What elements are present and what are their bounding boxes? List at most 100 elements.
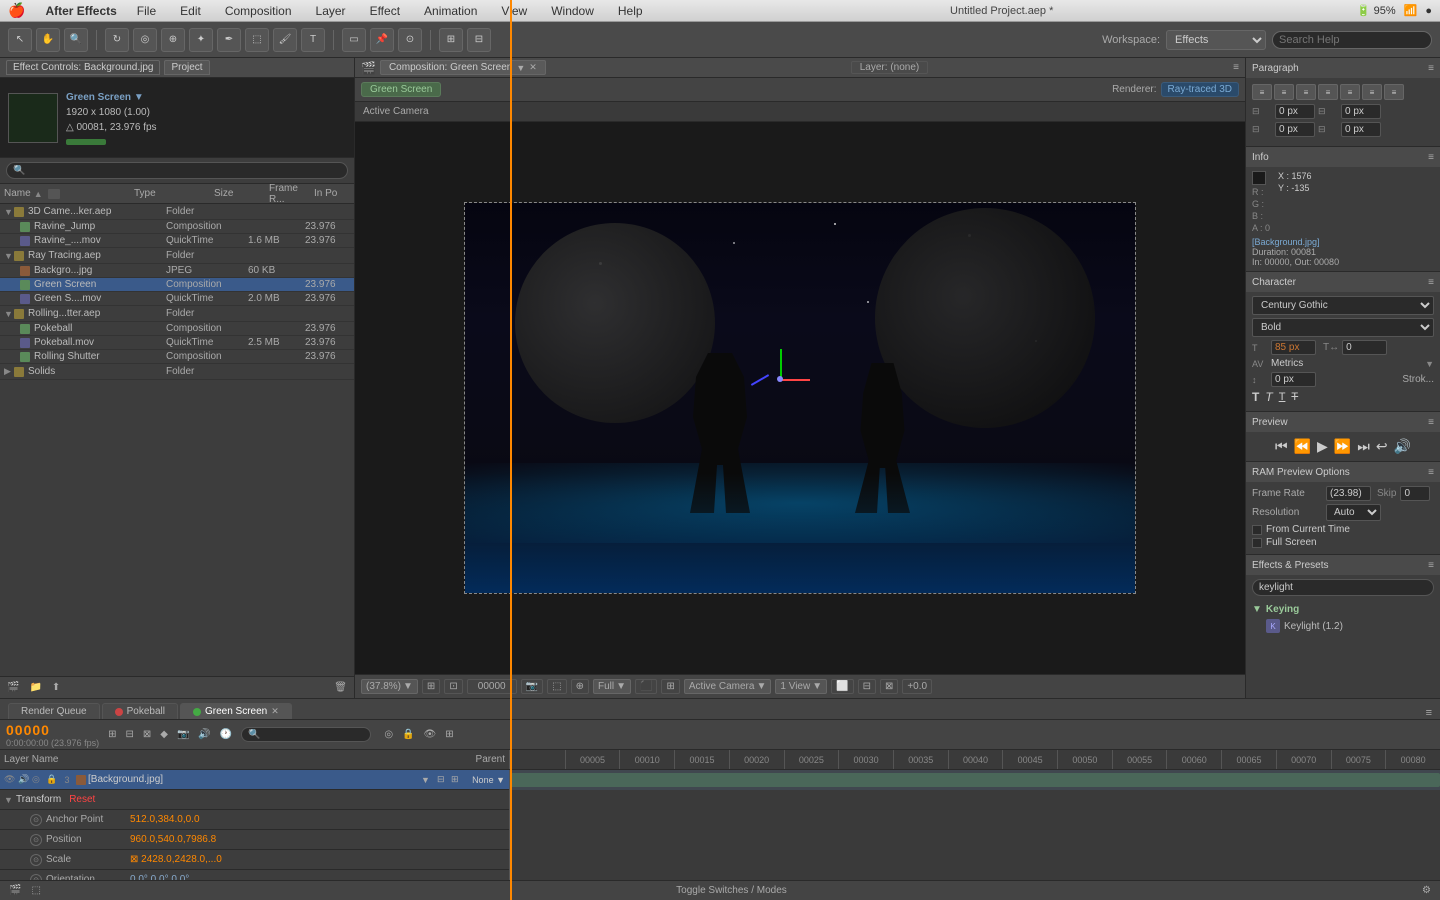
delete-btn[interactable]: 🗑	[331, 681, 350, 694]
anchor-stopwatch[interactable]: ⊙	[30, 814, 42, 826]
snapping-btn[interactable]: ⊟	[467, 28, 491, 52]
justify-left-btn[interactable]: ≡	[1384, 84, 1404, 100]
tracking-input[interactable]	[1342, 340, 1387, 355]
italic-btn[interactable]: T	[1265, 390, 1272, 404]
grid-btn[interactable]: ⊞	[661, 679, 679, 694]
prev-first-btn[interactable]: ⏮	[1275, 438, 1288, 455]
strikethrough-btn[interactable]: T	[1291, 391, 1298, 403]
pin-tool[interactable]: 📌	[370, 28, 394, 52]
metrics-dropdown[interactable]: ▼	[1425, 359, 1434, 369]
reset-btn[interactable]: Reset	[69, 794, 95, 805]
list-item[interactable]: ▶ Solids Folder	[0, 364, 354, 380]
align-right-btn[interactable]: ≡	[1296, 84, 1316, 100]
justify-right-btn[interactable]: ≡	[1362, 84, 1382, 100]
align-btn[interactable]: ⊞	[439, 28, 463, 52]
quality-select[interactable]: Full ▼	[593, 679, 631, 694]
list-item[interactable]: ▼ Rolling...tter.aep Folder	[0, 306, 354, 322]
comp-tab-dropdown[interactable]: ▼	[516, 63, 525, 73]
camera-orbit-tool[interactable]: ◎	[133, 28, 157, 52]
prev-back-btn[interactable]: ⏪	[1294, 438, 1311, 455]
toggle-switches-btn[interactable]: Toggle Switches / Modes	[48, 885, 1415, 896]
list-item[interactable]: Green S....mov QuickTime 2.0 MB 23.976	[0, 292, 354, 306]
layer-switch-1[interactable]: ⊟	[437, 774, 449, 785]
list-item[interactable]: Green Screen Composition 23.976	[0, 278, 354, 292]
hand-tool[interactable]: ✋	[36, 28, 60, 52]
magnify-btn[interactable]: ⊡	[444, 679, 462, 694]
prev-audio-btn[interactable]: 🔊	[1394, 438, 1411, 455]
font-family-select[interactable]: Century Gothic	[1252, 296, 1434, 315]
menu-help[interactable]: Help	[614, 4, 647, 18]
layer-lock-icon[interactable]: 🔒	[46, 774, 58, 785]
effect-controls-tab[interactable]: Effect Controls: Background.jpg	[6, 60, 160, 75]
menu-animation[interactable]: Animation	[420, 4, 481, 18]
layer-solo-icon[interactable]: ◎	[32, 774, 44, 785]
pen-tool[interactable]: ✒	[217, 28, 241, 52]
indent-input-4[interactable]	[1341, 122, 1381, 137]
effects-panel-menu[interactable]: ≡	[1428, 560, 1434, 571]
menu-edit[interactable]: Edit	[176, 4, 205, 18]
from-current-checkbox[interactable]	[1252, 525, 1262, 535]
tl-info-btn[interactable]: 🕐	[217, 728, 235, 741]
list-item[interactable]: Backgro...jpg JPEG 60 KB	[0, 264, 354, 278]
font-size-input[interactable]	[1271, 340, 1316, 355]
transparency-btn[interactable]: ⬚	[547, 679, 566, 694]
prev-loop-btn[interactable]: ↩	[1376, 438, 1388, 455]
list-item[interactable]: ▼ 3D Came...ker.aep Folder	[0, 204, 354, 220]
tl-audio-btn[interactable]: 🔊	[195, 728, 213, 741]
mask-tool[interactable]: ⬚	[245, 28, 269, 52]
green-screen-btn[interactable]: Green Screen	[361, 82, 441, 97]
pokeball-tab[interactable]: Pokeball	[102, 703, 178, 719]
parent-value[interactable]: None ▼	[465, 775, 505, 785]
frame-rate-input[interactable]	[1326, 486, 1371, 501]
import-btn[interactable]: ⬆	[49, 681, 63, 694]
preview-panel-menu[interactable]: ≡	[1428, 417, 1434, 428]
comp-tab[interactable]: Composition: Green Screen ▼ ✕	[380, 60, 546, 75]
playhead[interactable]	[510, 750, 512, 880]
menu-window[interactable]: Window	[547, 4, 598, 18]
comp-panel-menu[interactable]: ≡	[1233, 62, 1239, 73]
apple-menu[interactable]: 🍎	[8, 2, 25, 19]
tl-snap-btn[interactable]: ⊟	[122, 728, 136, 741]
new-comp-btn[interactable]: 🎬	[6, 884, 24, 897]
align-center-btn[interactable]: ≡	[1274, 84, 1294, 100]
workspace-select[interactable]: Effects	[1166, 30, 1266, 50]
tl-hide-btn[interactable]: 👁	[421, 728, 440, 741]
zoom-tool[interactable]: 🔍	[64, 28, 88, 52]
search-help-input[interactable]	[1272, 31, 1432, 49]
prev-fwd-btn[interactable]: ⏩	[1334, 438, 1351, 455]
para-panel-menu[interactable]: ≡	[1428, 63, 1434, 74]
prev-last-btn[interactable]: ⏭	[1357, 438, 1370, 455]
ram-panel-menu[interactable]: ≡	[1428, 467, 1434, 478]
list-item[interactable]: Ravine_....mov QuickTime 1.6 MB 23.976	[0, 234, 354, 248]
fit-btn[interactable]: ⊞	[422, 679, 440, 694]
green-screen-tab[interactable]: Green Screen ✕	[180, 703, 292, 719]
new-solid-btn[interactable]: ⬚	[28, 884, 43, 897]
scale-stopwatch[interactable]: ⊙	[30, 854, 42, 866]
new-folder-btn[interactable]: 📁	[26, 681, 44, 694]
tl-graph-btn[interactable]: ⊠	[140, 728, 154, 741]
camera-select[interactable]: Active Camera ▼	[684, 679, 771, 694]
tl-lock-btn[interactable]: 🔒	[399, 728, 417, 741]
justify-all-btn[interactable]: ≡	[1340, 84, 1360, 100]
list-item[interactable]: Pokeball.mov QuickTime 2.5 MB 23.976	[0, 336, 354, 350]
scale-value[interactable]: ⊠ 2428.0,2428.0,...0	[130, 854, 222, 865]
menu-composition[interactable]: Composition	[221, 4, 296, 18]
shape-tool[interactable]: ▭	[342, 28, 366, 52]
brush-tool[interactable]: 🖌	[273, 28, 297, 52]
indent-input-3[interactable]	[1275, 122, 1315, 137]
effects-search-input[interactable]	[1252, 579, 1434, 596]
unified-tool[interactable]: ✦	[189, 28, 213, 52]
tl-switch-btn[interactable]: ⊞	[442, 728, 456, 741]
project-tab[interactable]: Project	[164, 60, 209, 75]
justify-btn[interactable]: ≡	[1318, 84, 1338, 100]
tl-solo-btn[interactable]: ◎	[381, 728, 396, 741]
tl-camera-btn[interactable]: 📷	[174, 728, 192, 741]
timeline-search-input[interactable]	[241, 727, 371, 742]
comp-tab-close[interactable]: ✕	[529, 62, 537, 73]
pan-tool[interactable]: ⊕	[161, 28, 185, 52]
anchor-value[interactable]: 512.0,384.0,0.0	[130, 814, 200, 825]
skip-input[interactable]	[1400, 486, 1430, 501]
pos-value[interactable]: 960.0,540.0,7986.8	[130, 834, 216, 845]
prev-play-btn[interactable]: ▶	[1317, 438, 1328, 455]
char-panel-menu[interactable]: ≡	[1428, 277, 1434, 288]
